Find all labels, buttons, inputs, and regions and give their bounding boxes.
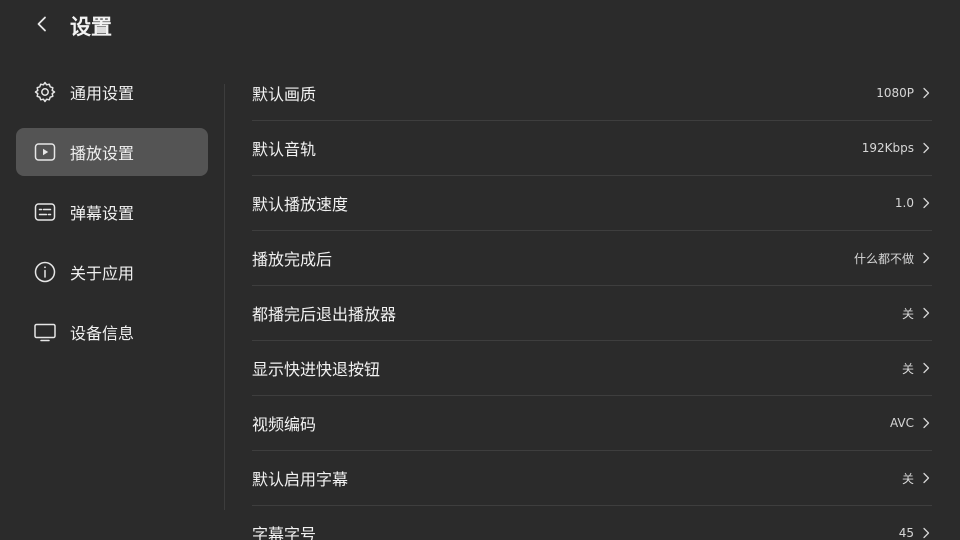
sidebar-divider bbox=[224, 84, 225, 510]
sidebar-item-label: 弹幕设置 bbox=[70, 204, 135, 223]
chevron-right-icon bbox=[923, 197, 930, 209]
setting-row-after-playback[interactable]: 播放完成后 什么都不做 bbox=[252, 231, 932, 286]
setting-row-exit-after-all[interactable]: 都播完后退出播放器 关 bbox=[252, 286, 932, 341]
back-button[interactable] bbox=[28, 10, 56, 42]
setting-value: 什么都不做 bbox=[853, 251, 914, 266]
page-title: 设置 bbox=[70, 15, 112, 39]
setting-value: AVC bbox=[889, 416, 914, 430]
setting-value: 1.0 bbox=[894, 196, 914, 210]
sidebar-item-label: 通用设置 bbox=[70, 84, 135, 103]
chevron-right-icon bbox=[923, 87, 930, 99]
sidebar-item-label: 设备信息 bbox=[70, 324, 135, 343]
sidebar-item-about[interactable]: 关于应用 bbox=[16, 248, 208, 296]
setting-label: 都播完后退出播放器 bbox=[252, 305, 397, 324]
setting-label: 显示快进快退按钮 bbox=[252, 360, 381, 379]
setting-value: 关 bbox=[901, 361, 914, 376]
setting-label: 默认播放速度 bbox=[252, 195, 349, 214]
sidebar-item-device[interactable]: 设备信息 bbox=[16, 308, 208, 356]
chevron-right-icon bbox=[923, 362, 930, 374]
setting-value: 192Kbps bbox=[861, 141, 914, 155]
chevron-right-icon bbox=[923, 142, 930, 154]
setting-row-default-quality[interactable]: 默认画质 1080P bbox=[252, 66, 932, 121]
sidebar-item-general[interactable]: 通用设置 bbox=[16, 68, 208, 116]
sidebar-item-label: 播放设置 bbox=[70, 144, 135, 163]
sidebar-item-danmaku[interactable]: 弹幕设置 bbox=[16, 188, 208, 236]
setting-row-video-codec[interactable]: 视频编码 AVC bbox=[252, 396, 932, 451]
gear-icon bbox=[32, 79, 58, 105]
setting-label: 播放完成后 bbox=[252, 250, 333, 269]
settings-list: 默认画质 1080P 默认音轨 192Kbps 默认播放速度 1.0 播放完成后… bbox=[252, 66, 932, 540]
chevron-right-icon bbox=[923, 417, 930, 429]
chevron-right-icon bbox=[923, 472, 930, 484]
sidebar-item-playback[interactable]: 播放设置 bbox=[16, 128, 208, 176]
chevron-right-icon bbox=[923, 252, 930, 264]
setting-label: 默认启用字幕 bbox=[252, 470, 349, 489]
info-icon bbox=[32, 259, 58, 285]
setting-label: 默认画质 bbox=[252, 85, 317, 104]
setting-value: 关 bbox=[901, 471, 914, 486]
setting-label: 默认音轨 bbox=[252, 140, 317, 159]
setting-value: 关 bbox=[901, 306, 914, 321]
setting-value: 45 bbox=[898, 526, 914, 540]
play-icon bbox=[32, 139, 58, 165]
sidebar-item-label: 关于应用 bbox=[70, 264, 135, 283]
setting-row-default-subtitles[interactable]: 默认启用字幕 关 bbox=[252, 451, 932, 506]
danmaku-icon bbox=[32, 199, 58, 225]
header: 设置 bbox=[0, 0, 960, 56]
setting-value: 1080P bbox=[876, 86, 914, 100]
setting-label: 视频编码 bbox=[252, 415, 317, 434]
setting-row-default-audio-track[interactable]: 默认音轨 192Kbps bbox=[252, 121, 932, 176]
monitor-icon bbox=[32, 319, 58, 345]
setting-row-subtitle-size[interactable]: 字幕字号 45 bbox=[252, 506, 932, 540]
sidebar: 通用设置 播放设置 弹幕设置 关于应用 设备信息 bbox=[16, 68, 208, 368]
chevron-right-icon bbox=[923, 527, 930, 539]
chevron-left-icon bbox=[34, 16, 50, 36]
setting-label: 字幕字号 bbox=[252, 525, 317, 540]
setting-row-default-speed[interactable]: 默认播放速度 1.0 bbox=[252, 176, 932, 231]
settings-screen: 设置 通用设置 播放设置 弹幕设置 关于应用 设备信息 默认画质 1080P 默… bbox=[0, 0, 960, 540]
setting-row-seek-buttons[interactable]: 显示快进快退按钮 关 bbox=[252, 341, 932, 396]
chevron-right-icon bbox=[923, 307, 930, 319]
